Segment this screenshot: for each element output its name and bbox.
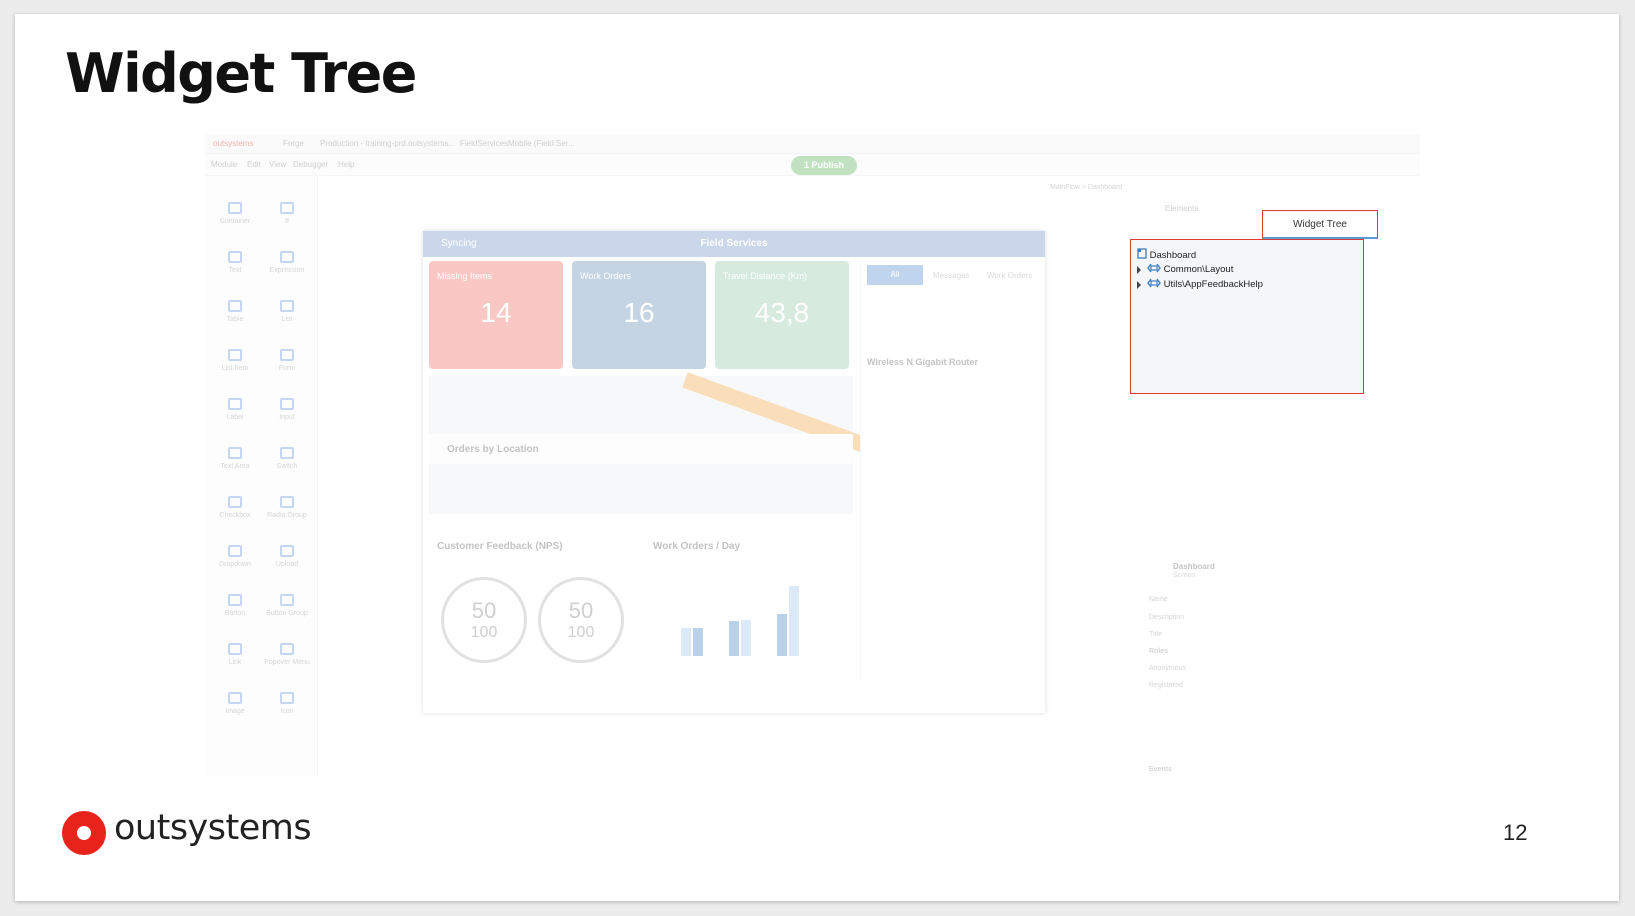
toolbox-item: Form [263, 349, 311, 372]
toolbox-item: Text [211, 251, 259, 274]
tab-work-orders: Work Orders [987, 271, 1033, 280]
kpi-card: Missing Items 14 [429, 261, 563, 369]
toolbox-item: Button Group [263, 594, 311, 617]
kpi-card: Work Orders 16 [572, 261, 706, 369]
prop-label: Roles [1149, 648, 1169, 655]
chart-title: Work Orders / Day [653, 541, 741, 552]
menu-item: Module [211, 160, 238, 169]
studio-tab: Forge [283, 139, 304, 148]
toolbox-item: Expression [263, 251, 311, 274]
tab-widget-tree[interactable]: Widget Tree [1262, 210, 1378, 239]
toolbox-item: Input [263, 398, 311, 421]
toolbox-item: Text Area [211, 447, 259, 470]
page-number: 12 [1503, 820, 1528, 845]
toolbox-item: List Item [211, 349, 259, 372]
prop-label: Name [1149, 596, 1168, 603]
app-right-panel: All Messages Work Orders Wireless N Giga… [860, 261, 1040, 681]
map: Orders by Location [429, 372, 876, 514]
menu-item: Edit [247, 160, 261, 169]
toolbox-item: Label [211, 398, 259, 421]
tree-node-common-layout[interactable]: Common\Layout [1137, 263, 1233, 277]
elements-tab: Elements [1165, 204, 1199, 213]
toolbox-item: Container [211, 202, 259, 225]
feedback-title: Customer Feedback (NPS) [437, 541, 563, 552]
tab-messages: Messages [933, 271, 970, 280]
toolbox-item: Popover Menu [263, 643, 311, 666]
widget-tree-panel: Dashboard Common\Layout Utils\AppFeedbac… [1130, 239, 1364, 394]
map-label: Orders by Location [447, 444, 539, 455]
menu-item: Debugger [293, 160, 329, 169]
kpi-card: Travel Distance (Km) 43,8 [715, 261, 849, 369]
toolbox-item: Switch [263, 447, 311, 470]
tree-node-dashboard[interactable]: Dashboard [1137, 248, 1196, 262]
block-icon [1147, 263, 1161, 273]
nps-gauge: 50 100 [441, 577, 527, 663]
prop-label: Title [1149, 631, 1162, 638]
menu-item: Help [338, 160, 355, 169]
slide: Widget Tree outsystems Forge Production … [15, 14, 1619, 901]
toolbox-item: Upload [263, 545, 311, 568]
app-title: Field Services [700, 238, 768, 249]
toolbox-item: Dropdown [211, 545, 259, 568]
studio-tab: Production - training-prd.outsystems... [320, 139, 456, 148]
tree-node-label: Dashboard [1149, 250, 1197, 261]
list-item-title: Wireless N Gigabit Router [867, 357, 978, 367]
block-icon [1147, 278, 1161, 288]
slide-title: Widget Tree [65, 42, 417, 105]
prop-label: Registered [1149, 682, 1183, 689]
studio-tab: FieldServicesMobile (Field Ser... [460, 139, 575, 148]
studio-tab: outsystems [213, 139, 254, 148]
prop-label: Description [1149, 614, 1185, 621]
logo-icon [62, 811, 106, 855]
nps-gauge: 50 100 [538, 577, 624, 663]
screen-name: Dashboard [1173, 562, 1215, 571]
app-header: Syncing Field Services [423, 231, 1045, 257]
prop-label: Events [1149, 766, 1172, 773]
toolbox-item: Table [211, 300, 259, 323]
breadcrumb: MainFlow > Dashboard [1050, 184, 1123, 191]
tree-node-appfeedbackhelp[interactable]: Utils\AppFeedbackHelp [1137, 278, 1263, 292]
orders-chart [673, 571, 823, 656]
toolbox-item: List [263, 300, 311, 323]
expand-icon[interactable] [1137, 281, 1141, 289]
studio-tab-bar: outsystems Forge Production - training-p… [205, 134, 1420, 154]
screen-icon [1137, 248, 1147, 259]
toolbox-item: Radio Group [263, 496, 311, 519]
toolbox-item: If [263, 202, 311, 225]
toolbox-item: Image [211, 692, 259, 715]
toolbox-item: Button [211, 594, 259, 617]
expand-icon[interactable] [1137, 266, 1141, 274]
app-preview: Syncing Field Services Missing Items 14 W… [423, 231, 1045, 713]
tree-node-label: Utils\AppFeedbackHelp [1163, 279, 1263, 290]
toolbox-item: Checkbox [211, 496, 259, 519]
prop-label: Anonymous [1149, 665, 1186, 672]
logo-text: outsystems [114, 808, 312, 848]
tree-node-label: Common\Layout [1163, 264, 1234, 275]
menu-item: View [269, 160, 287, 169]
publish-button: 1 Publish [791, 156, 857, 175]
toolbox: Container If Text Expression Table List … [205, 176, 318, 776]
screen-type: Screen [1173, 572, 1196, 579]
toolbox-item: Link [211, 643, 259, 666]
toolbox-item: Icon [263, 692, 311, 715]
tab-all: All [867, 265, 923, 285]
